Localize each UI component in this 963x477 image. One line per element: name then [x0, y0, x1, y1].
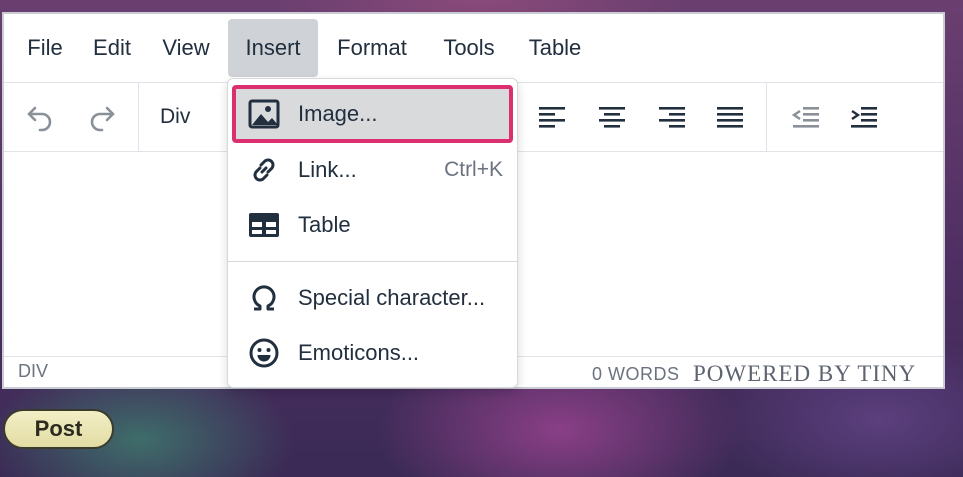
align-right-icon [659, 107, 685, 128]
indent-button[interactable] [842, 95, 886, 139]
align-left-icon [539, 107, 565, 128]
menu-format[interactable]: Format [328, 19, 416, 77]
element-path[interactable]: DIV [18, 361, 48, 382]
post-button[interactable]: Post [3, 409, 114, 449]
image-icon [246, 96, 282, 132]
menu-edit[interactable]: Edit [84, 19, 140, 77]
redo-icon [90, 106, 115, 132]
align-center-icon [599, 107, 625, 128]
omega-icon [246, 280, 282, 316]
menu-insert[interactable]: Insert [228, 19, 318, 77]
menu-tools[interactable]: Tools [432, 19, 506, 77]
emoticon-icon [246, 335, 282, 371]
align-center-button[interactable] [590, 95, 634, 139]
insert-image-item[interactable]: Image... [232, 85, 513, 143]
menu-file[interactable]: File [18, 19, 72, 77]
toolbar-separator [766, 83, 767, 151]
insert-link-shortcut: Ctrl+K [444, 158, 503, 181]
table-icon [246, 207, 282, 243]
undo-icon [27, 106, 52, 132]
outdent-icon [791, 107, 819, 128]
insert-emoticons-item[interactable]: Emoticons... [234, 326, 511, 380]
align-left-button[interactable] [530, 95, 574, 139]
insert-table-item[interactable]: Table [234, 198, 511, 252]
insert-emoticons-label: Emoticons... [298, 340, 420, 365]
link-icon [246, 152, 282, 188]
word-count[interactable]: 0 WORDS [592, 364, 680, 385]
insert-special-character-label: Special character... [298, 285, 486, 310]
redo-button[interactable] [80, 95, 124, 139]
align-justify-button[interactable] [708, 95, 752, 139]
menu-view[interactable]: View [154, 19, 218, 77]
insert-link-item[interactable]: Link... Ctrl+K [234, 143, 511, 197]
undo-button[interactable] [18, 95, 62, 139]
powered-by-link[interactable]: POWERED BY TINY [693, 361, 916, 387]
menubar: File Edit View Insert Format Tools Table [4, 14, 943, 83]
insert-menu-dropdown: Image... Link... Ctrl+K Table Special ch… [227, 78, 518, 388]
toolbar-separator [138, 83, 139, 151]
insert-table-label: Table [298, 212, 351, 237]
menu-table[interactable]: Table [520, 19, 590, 77]
insert-image-label: Image... [298, 101, 378, 126]
block-format-select[interactable]: Div [160, 97, 190, 137]
indent-icon [851, 107, 877, 128]
menu-separator [228, 261, 517, 262]
insert-special-character-item[interactable]: Special character... [234, 271, 511, 325]
insert-link-label: Link... [298, 157, 357, 182]
outdent-button[interactable] [784, 95, 828, 139]
align-justify-icon [717, 107, 743, 128]
align-right-button[interactable] [650, 95, 694, 139]
